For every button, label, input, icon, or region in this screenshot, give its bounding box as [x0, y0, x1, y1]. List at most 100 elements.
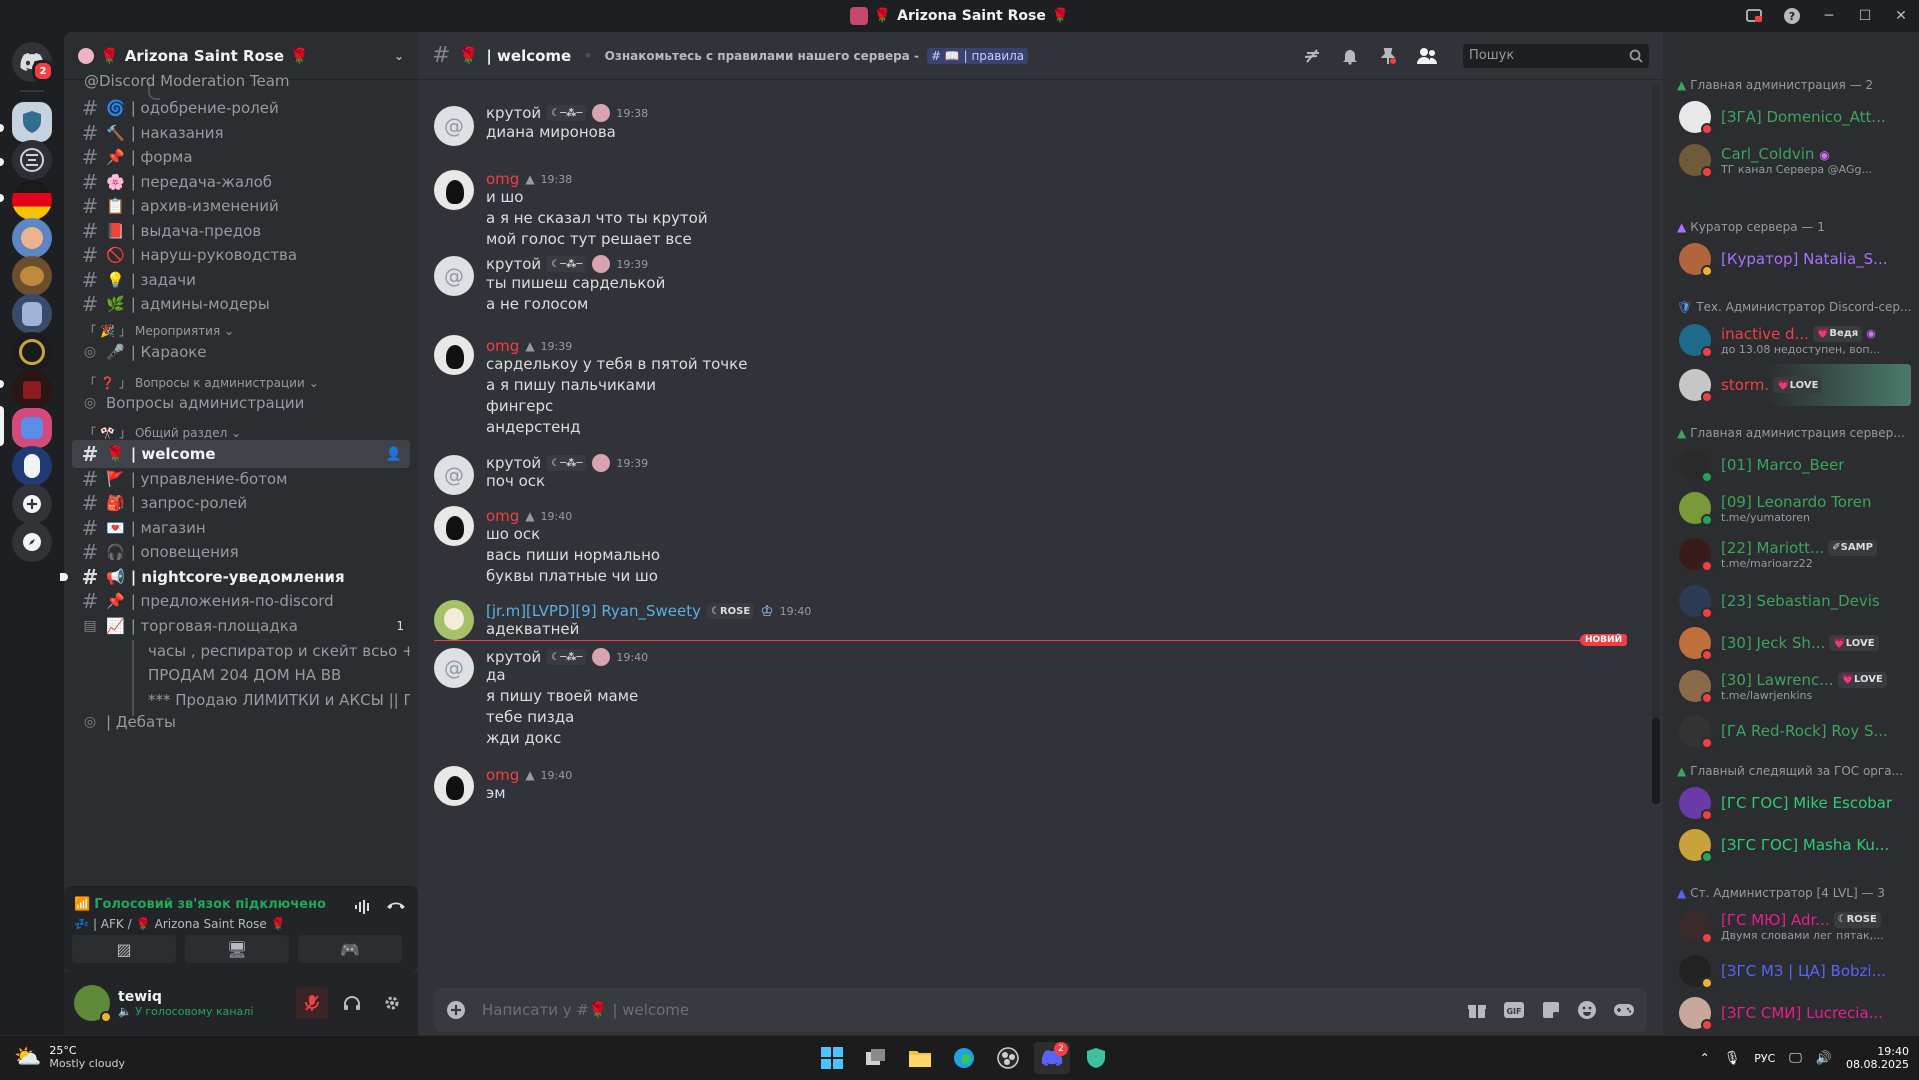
server-dark-icon[interactable] [12, 370, 52, 410]
author-name[interactable]: omg [486, 507, 519, 525]
forum-post[interactable]: часы , респиратор и скейт всьо + 12 паку… [148, 642, 410, 660]
scrollbar-thumb[interactable] [1652, 718, 1660, 804]
emoji-icon[interactable] [1577, 1000, 1597, 1020]
shield-taskbar-icon[interactable] [1078, 1042, 1114, 1074]
noise-suppression-icon[interactable] [354, 899, 372, 915]
chevron-up-icon[interactable]: ⌃ [1700, 1051, 1710, 1065]
channel-item[interactable]: # 🎒 | запрос-ролей [72, 489, 410, 517]
message-input[interactable]: Написати у #🌹 | welcome [482, 1001, 1467, 1019]
add-server-icon[interactable] [12, 484, 52, 524]
mic-tray-icon[interactable]: 🎙 [1724, 1051, 1741, 1066]
scrollbar-track[interactable] [1652, 84, 1660, 804]
screen-share-button[interactable]: 🖥 [185, 935, 289, 963]
forum-channel[interactable]: ▤ 📈 | торговая-площадка 1 [72, 612, 410, 640]
forum-post[interactable]: *** Продаю ЛИМИТКИ и АКСЫ || Покупа... [148, 691, 410, 709]
member-item[interactable]: Carl_Coldvin ◉ ТГ канал Сервера @AGg... [1671, 138, 1911, 182]
inbox-icon[interactable] [1735, 0, 1773, 32]
member-item[interactable]: [23] Sebastian_Devis [1671, 580, 1911, 622]
discord-taskbar-icon[interactable]: 2 [1034, 1042, 1070, 1074]
apps-gamepad-icon[interactable] [1613, 1002, 1635, 1018]
discover-icon[interactable] [12, 522, 52, 562]
voice-channel-debates[interactable]: ◎ | Дебаты [72, 712, 410, 732]
server-avatar-1[interactable] [12, 218, 52, 258]
file-explorer-icon[interactable] [902, 1042, 938, 1074]
member-item[interactable]: [22] Mariott... ✐ SAMP t.me/marioarz22 [1671, 532, 1911, 576]
add-attachment-icon[interactable] [446, 1000, 466, 1020]
avatar[interactable] [74, 985, 112, 1023]
edge-icon[interactable] [946, 1042, 982, 1074]
server-arizona-icon[interactable] [12, 408, 52, 448]
avatar[interactable]: @ [434, 106, 474, 146]
clock[interactable]: 19:40 08.08.2025 [1846, 1045, 1909, 1071]
topic-channel-link[interactable]: # 📖 | правила [926, 47, 1029, 64]
member-item[interactable]: [ЗГА] Domenico_Att... [1671, 96, 1911, 138]
close-button[interactable]: ✕ [1883, 0, 1919, 32]
camera-off-button[interactable]: ▨ [72, 935, 176, 963]
minimize-button[interactable]: ─ [1811, 0, 1847, 32]
server-bg-icon[interactable] [12, 140, 52, 180]
pin-icon[interactable] [1379, 47, 1397, 65]
help-icon[interactable]: ? [1773, 0, 1811, 32]
channel-item[interactable]: # 📌 | форма [72, 143, 410, 171]
member-item[interactable]: [01] Marco_Beer [1671, 444, 1911, 486]
author-name[interactable]: крутой [486, 104, 541, 122]
voice-channel-admin-q[interactable]: ◎ Вопросы администрации [72, 389, 410, 417]
member-item[interactable]: inactive d... 💗 Ведя ◉ до 13.08 недоступен, … [1671, 318, 1911, 362]
sticker-icon[interactable] [1541, 1000, 1561, 1020]
member-item[interactable]: [ЗГС ГОС] Masha Ku... [1671, 824, 1911, 866]
member-item[interactable]: [ЗГС МЗ | ЦА] Bobzi... [1671, 950, 1911, 992]
forum-post[interactable]: ПРОДАМ 204 ДОМ НА ВВ [148, 666, 410, 684]
server-avatar-3[interactable] [12, 446, 52, 486]
channel-item[interactable]: # 📋 | архив-изменений [72, 192, 410, 220]
member-item[interactable]: [ЗГС СМИ] Lucrecia... [1671, 992, 1911, 1034]
avatar[interactable]: @ [434, 455, 474, 495]
channel-item[interactable]: # 🌿 | админы-модеры [72, 290, 410, 318]
gif-icon[interactable]: GIF [1503, 1001, 1525, 1019]
voice-status[interactable]: 📶 Голосовий зв'язок підключено [74, 897, 326, 912]
author-name[interactable]: omg [486, 337, 519, 355]
add-member-icon[interactable]: 👤 [386, 447, 402, 462]
server-emblem-icon[interactable] [12, 332, 52, 372]
voice-channel-karaoke[interactable]: ◎ 🎤 | Караоке [72, 338, 410, 366]
server-flag-icon[interactable] [12, 180, 52, 220]
voice-location[interactable]: 💤 | AFK / 🌹 Arizona Saint Rose 🌹 [74, 917, 286, 931]
author-name[interactable]: крутой [486, 454, 541, 472]
author-name[interactable]: omg [486, 766, 519, 784]
member-item[interactable]: [Куратор] Natalia_S... [1671, 238, 1911, 280]
avatar[interactable] [434, 766, 474, 806]
member-item[interactable]: [30] Lawrenc... 💗 LOVE t.me/lawrjenkins [1671, 664, 1911, 708]
member-item[interactable]: storm. 💗 LOVE [1671, 364, 1911, 406]
language-indicator[interactable]: РУС [1754, 1052, 1775, 1065]
start-icon[interactable] [814, 1042, 850, 1074]
thread-item[interactable]: @Discord Moderation Team [84, 72, 384, 90]
activities-button[interactable]: 🎮 [298, 935, 402, 963]
author-name[interactable]: [jr.m][LVPD][9] Ryan_Sweety [486, 602, 701, 620]
network-icon[interactable]: 🖵 [1789, 1051, 1802, 1066]
member-item[interactable]: [ГА Red-Rock] Roy S... [1671, 710, 1911, 752]
avatar[interactable] [434, 506, 474, 546]
bell-icon[interactable] [1341, 47, 1359, 65]
avatar[interactable]: @ [434, 648, 474, 688]
avatar[interactable] [434, 335, 474, 375]
author-name[interactable]: omg [486, 170, 519, 188]
volume-icon[interactable]: 🔊 [1816, 1051, 1832, 1066]
channel-item[interactable]: # 🌀 | одобрение-ролей [72, 94, 410, 122]
settings-gear-icon[interactable] [376, 987, 408, 1019]
members-icon[interactable] [1417, 47, 1437, 65]
author-name[interactable]: крутой [486, 648, 541, 666]
maximize-button[interactable]: ☐ [1847, 0, 1883, 32]
channel-item[interactable]: # 📌 | предложения-по-discord [72, 587, 410, 615]
member-item[interactable]: [ГС ГОС] Mike Escobar [1671, 782, 1911, 824]
headphones-icon[interactable] [336, 987, 368, 1019]
channel-item[interactable]: # 🎧 | оповещения [72, 538, 410, 566]
disconnect-icon[interactable] [386, 899, 406, 913]
weather-widget[interactable]: ⛅ 25°C Mostly cloudy [14, 1044, 125, 1070]
shield-app-icon[interactable] [12, 102, 52, 142]
message-composer[interactable]: Написати у #🌹 | welcome GIF [434, 988, 1647, 1032]
search-box[interactable]: Пошук [1463, 43, 1649, 68]
avatar[interactable] [434, 600, 474, 640]
member-item[interactable]: [30] Jeck Sh... 💗 LOVE [1671, 622, 1911, 664]
obs-icon[interactable] [990, 1042, 1026, 1074]
member-item[interactable]: [09] Leonardo Toren t.me/yumatoren [1671, 486, 1911, 530]
avatar[interactable]: @ [434, 256, 474, 296]
